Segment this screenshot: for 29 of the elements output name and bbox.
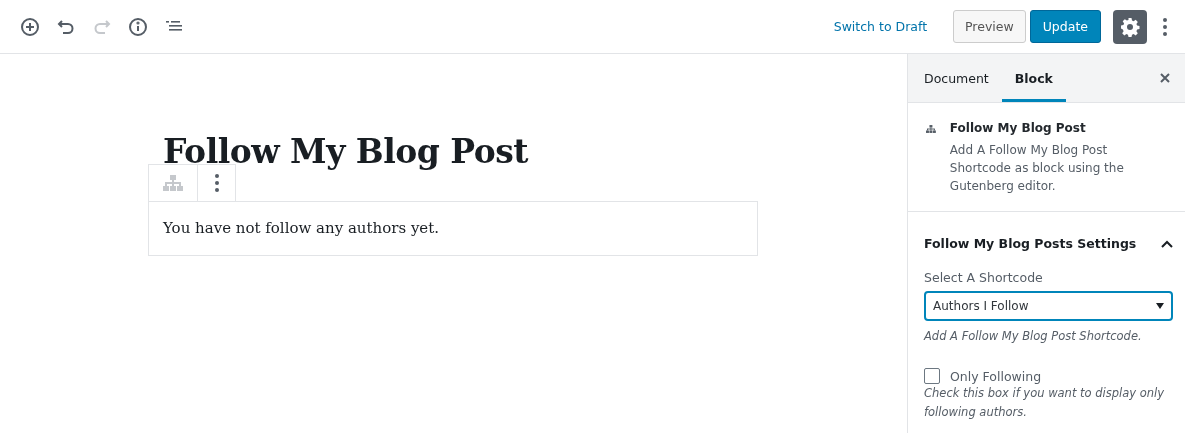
shortcode-select[interactable]: Authors I Follow [924, 291, 1173, 321]
block-name: Follow My Blog Post [949, 121, 1087, 135]
settings-button[interactable] [1113, 9, 1147, 44]
post-title[interactable]: Follow My Blog Post [163, 132, 907, 172]
redo-icon [93, 18, 111, 35]
checkbox-label[interactable]: Only Following [950, 368, 1042, 384]
undo-icon [57, 18, 75, 35]
sidebar-tab[interactable]: Document [911, 54, 1002, 102]
sidebar-tab[interactable]: Block [1001, 54, 1066, 102]
close-icon [1160, 73, 1170, 83]
select-label: Select A Shortcode [924, 270, 1044, 285]
panel-toggle[interactable]: Follow My Blog Posts Settings [924, 212, 1173, 265]
checkbox-help: Check this box if you want to display only following authors. [924, 385, 1166, 421]
select-help: Add A Follow My Blog Post Shortcode. [924, 328, 1143, 345]
info-icon [128, 16, 148, 37]
list-icon [166, 19, 182, 34]
block-content[interactable]: You have not follow any authors yet. [148, 200, 758, 256]
more-icon [1163, 17, 1167, 36]
gear-icon [1120, 16, 1140, 37]
checkbox[interactable] [924, 368, 940, 384]
sitemap-icon [163, 174, 183, 191]
block-description: Add A Follow My Blog Post Shortcode as block using the Gutenberg editor. [949, 142, 1125, 195]
more-icon [214, 173, 219, 192]
caret-icon [1156, 303, 1164, 309]
update-button[interactable]: Update [1029, 10, 1101, 43]
preview-button[interactable]: Preview [953, 10, 1026, 43]
panel-title: Follow My Blog Posts Settings [924, 236, 1137, 251]
switch-to-draft-link[interactable]: Switch to Draft [833, 19, 928, 34]
add-icon [20, 16, 40, 37]
